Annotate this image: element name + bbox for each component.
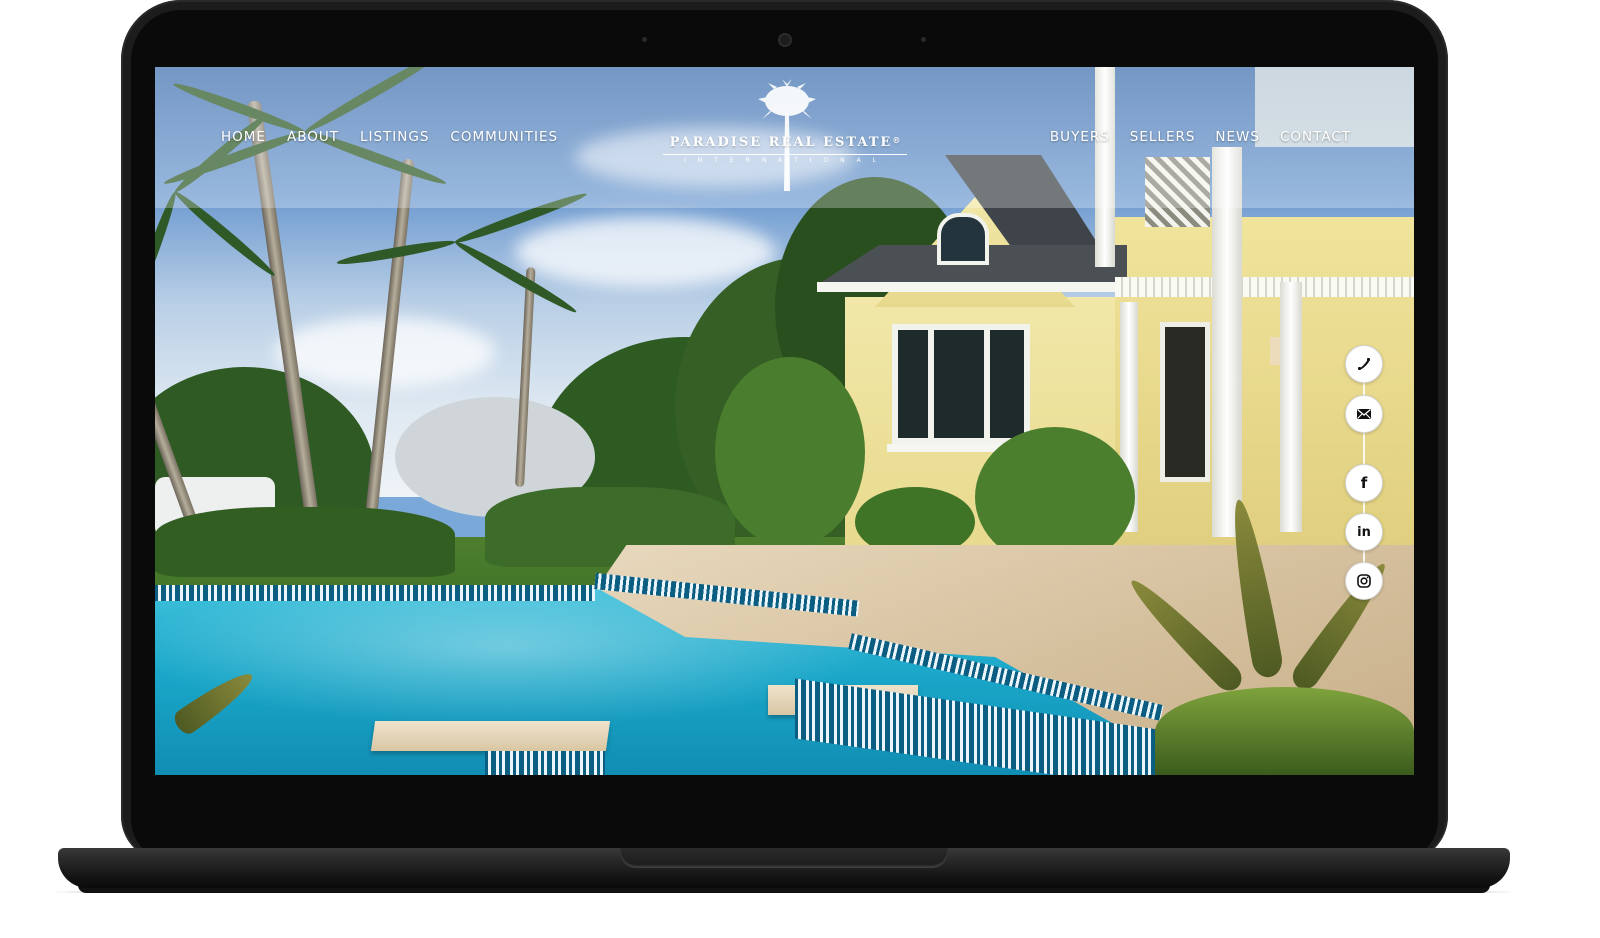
nav-home[interactable]: HOME [221, 129, 266, 145]
sensor-left [642, 37, 647, 42]
facebook-button[interactable]: f [1345, 464, 1383, 502]
instagram-icon [1357, 574, 1371, 588]
front-door [1160, 322, 1210, 482]
primary-nav-left: HOME ABOUT LISTINGS COMMUNITIES [221, 129, 579, 145]
gutter [817, 282, 1127, 292]
linkedin-icon: in [1357, 524, 1371, 540]
phone-button[interactable] [1345, 345, 1383, 383]
column [1280, 282, 1302, 532]
pool-tile-band [155, 585, 595, 601]
linkedin-button[interactable]: in [1345, 513, 1383, 551]
website-screen: HOME ABOUT LISTINGS COMMUNITIES PARADISE… [155, 67, 1414, 775]
nav-about[interactable]: ABOUT [287, 129, 339, 145]
nav-buyers[interactable]: BUYERS [1050, 129, 1110, 145]
window [892, 324, 1030, 444]
laptop-lid-notch [620, 848, 948, 868]
instagram-button[interactable] [1345, 562, 1383, 600]
site-logo[interactable]: PARADISE REAL ESTATE® INTERNATIONAL [661, 79, 911, 194]
tree [715, 357, 865, 547]
facebook-icon: f [1360, 474, 1368, 492]
arched-window [937, 213, 989, 265]
wall-sconce [1270, 337, 1280, 365]
spa-tile [485, 751, 605, 775]
nav-communities[interactable]: COMMUNITIES [450, 129, 558, 145]
webcam [778, 33, 792, 47]
logo-tagline: INTERNATIONAL [683, 157, 889, 164]
balcony-frieze [1115, 277, 1414, 297]
phone-icon [1358, 358, 1370, 370]
nav-sellers[interactable]: SELLERS [1130, 129, 1196, 145]
foreground-shrub [1155, 687, 1414, 775]
cloud [515, 217, 775, 287]
hedge [155, 507, 455, 577]
side-action-rail: f in [1345, 345, 1383, 605]
pool-coping [370, 721, 611, 751]
logo-wordmark: PARADISE REAL ESTATE® [669, 135, 903, 150]
logo-divider [663, 154, 907, 155]
site-header: HOME ABOUT LISTINGS COMMUNITIES PARADISE… [155, 67, 1414, 208]
nav-listings[interactable]: LISTINGS [360, 129, 429, 145]
sensor-right [921, 37, 926, 42]
envelope-icon [1357, 409, 1371, 419]
nav-contact[interactable]: CONTACT [1280, 129, 1351, 145]
nav-news[interactable]: NEWS [1215, 129, 1260, 145]
email-button[interactable] [1345, 395, 1383, 433]
primary-nav-right: BUYERS SELLERS NEWS CONTACT [1030, 129, 1351, 145]
